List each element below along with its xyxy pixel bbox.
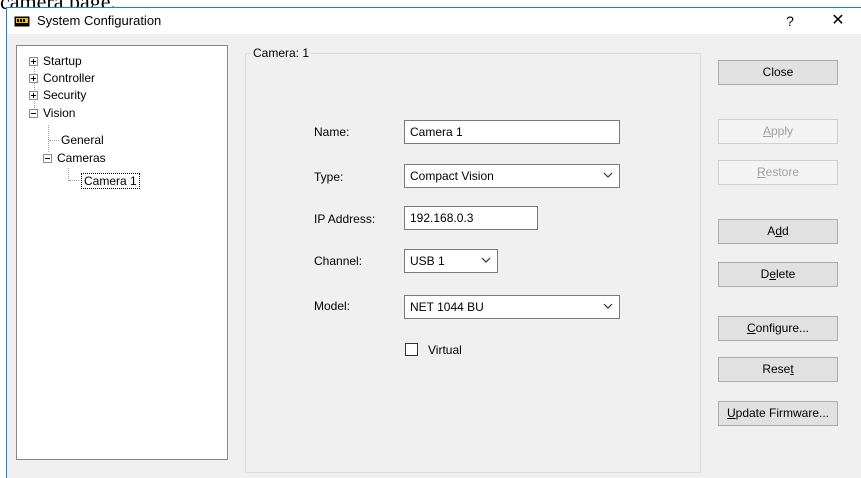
group-title: Camera: 1	[251, 46, 312, 60]
type-select[interactable]: Compact Vision	[404, 164, 620, 188]
tree-item-label: Security	[43, 88, 87, 102]
name-label: Name:	[314, 125, 350, 139]
reset-button[interactable]: Reset	[718, 357, 838, 382]
model-label: Model:	[314, 299, 351, 313]
restore-button[interactable]: Restore	[718, 160, 838, 185]
expand-icon[interactable]	[29, 91, 38, 100]
title-bar: System Configuration ? ✕	[7, 8, 861, 34]
chevron-down-icon	[603, 303, 613, 309]
help-button[interactable]: ?	[777, 10, 803, 32]
channel-label: Channel:	[314, 254, 363, 268]
virtual-label: Virtual	[428, 343, 462, 357]
ip-address-label: IP Address:	[314, 212, 376, 226]
collapse-icon[interactable]	[29, 109, 38, 118]
name-field[interactable]: Camera 1	[404, 120, 620, 144]
app-icon	[14, 16, 30, 27]
collapse-icon[interactable]	[43, 154, 52, 163]
tree-item-label: Startup	[43, 54, 82, 68]
tree-item-camera-1[interactable]: Camera 1	[81, 173, 140, 189]
delete-button[interactable]: Delete	[718, 262, 838, 287]
add-button[interactable]: Add	[718, 219, 838, 244]
virtual-checkbox[interactable]	[405, 343, 418, 356]
tree-connector	[69, 180, 79, 181]
window-title: System Configuration	[37, 13, 162, 28]
settings-tree[interactable]: Startup Controller Security Vision Gener…	[16, 45, 228, 460]
close-window-button[interactable]: ✕	[825, 10, 851, 32]
channel-select-value: USB 1	[410, 254, 445, 268]
type-select-value: Compact Vision	[410, 169, 494, 183]
tree-item-label: Controller	[43, 71, 96, 85]
close-button[interactable]: Close	[718, 60, 838, 85]
tree-connector	[49, 140, 59, 141]
apply-button[interactable]: Apply	[718, 119, 838, 144]
update-firmware-button[interactable]: Update Firmware...	[718, 401, 838, 426]
expand-icon[interactable]	[29, 57, 38, 66]
model-select[interactable]: NET 1044 BU	[404, 295, 620, 319]
expand-icon[interactable]	[29, 74, 38, 83]
tree-item-label: Vision	[43, 106, 76, 120]
ip-address-field[interactable]: 192.168.0.3	[404, 206, 538, 230]
model-select-value: NET 1044 BU	[410, 300, 484, 314]
chevron-down-icon	[481, 257, 491, 263]
chevron-down-icon	[603, 172, 613, 178]
configure-button[interactable]: Configure...	[718, 316, 838, 341]
tree-item-general[interactable]: General	[61, 133, 104, 147]
type-label: Type:	[314, 170, 344, 184]
tree-connector	[48, 125, 49, 152]
tree-item-label: Cameras	[57, 151, 106, 165]
tree-item-label: Camera 1	[84, 174, 137, 188]
channel-select[interactable]: USB 1	[404, 249, 498, 273]
tree-item-label: General	[61, 133, 104, 147]
